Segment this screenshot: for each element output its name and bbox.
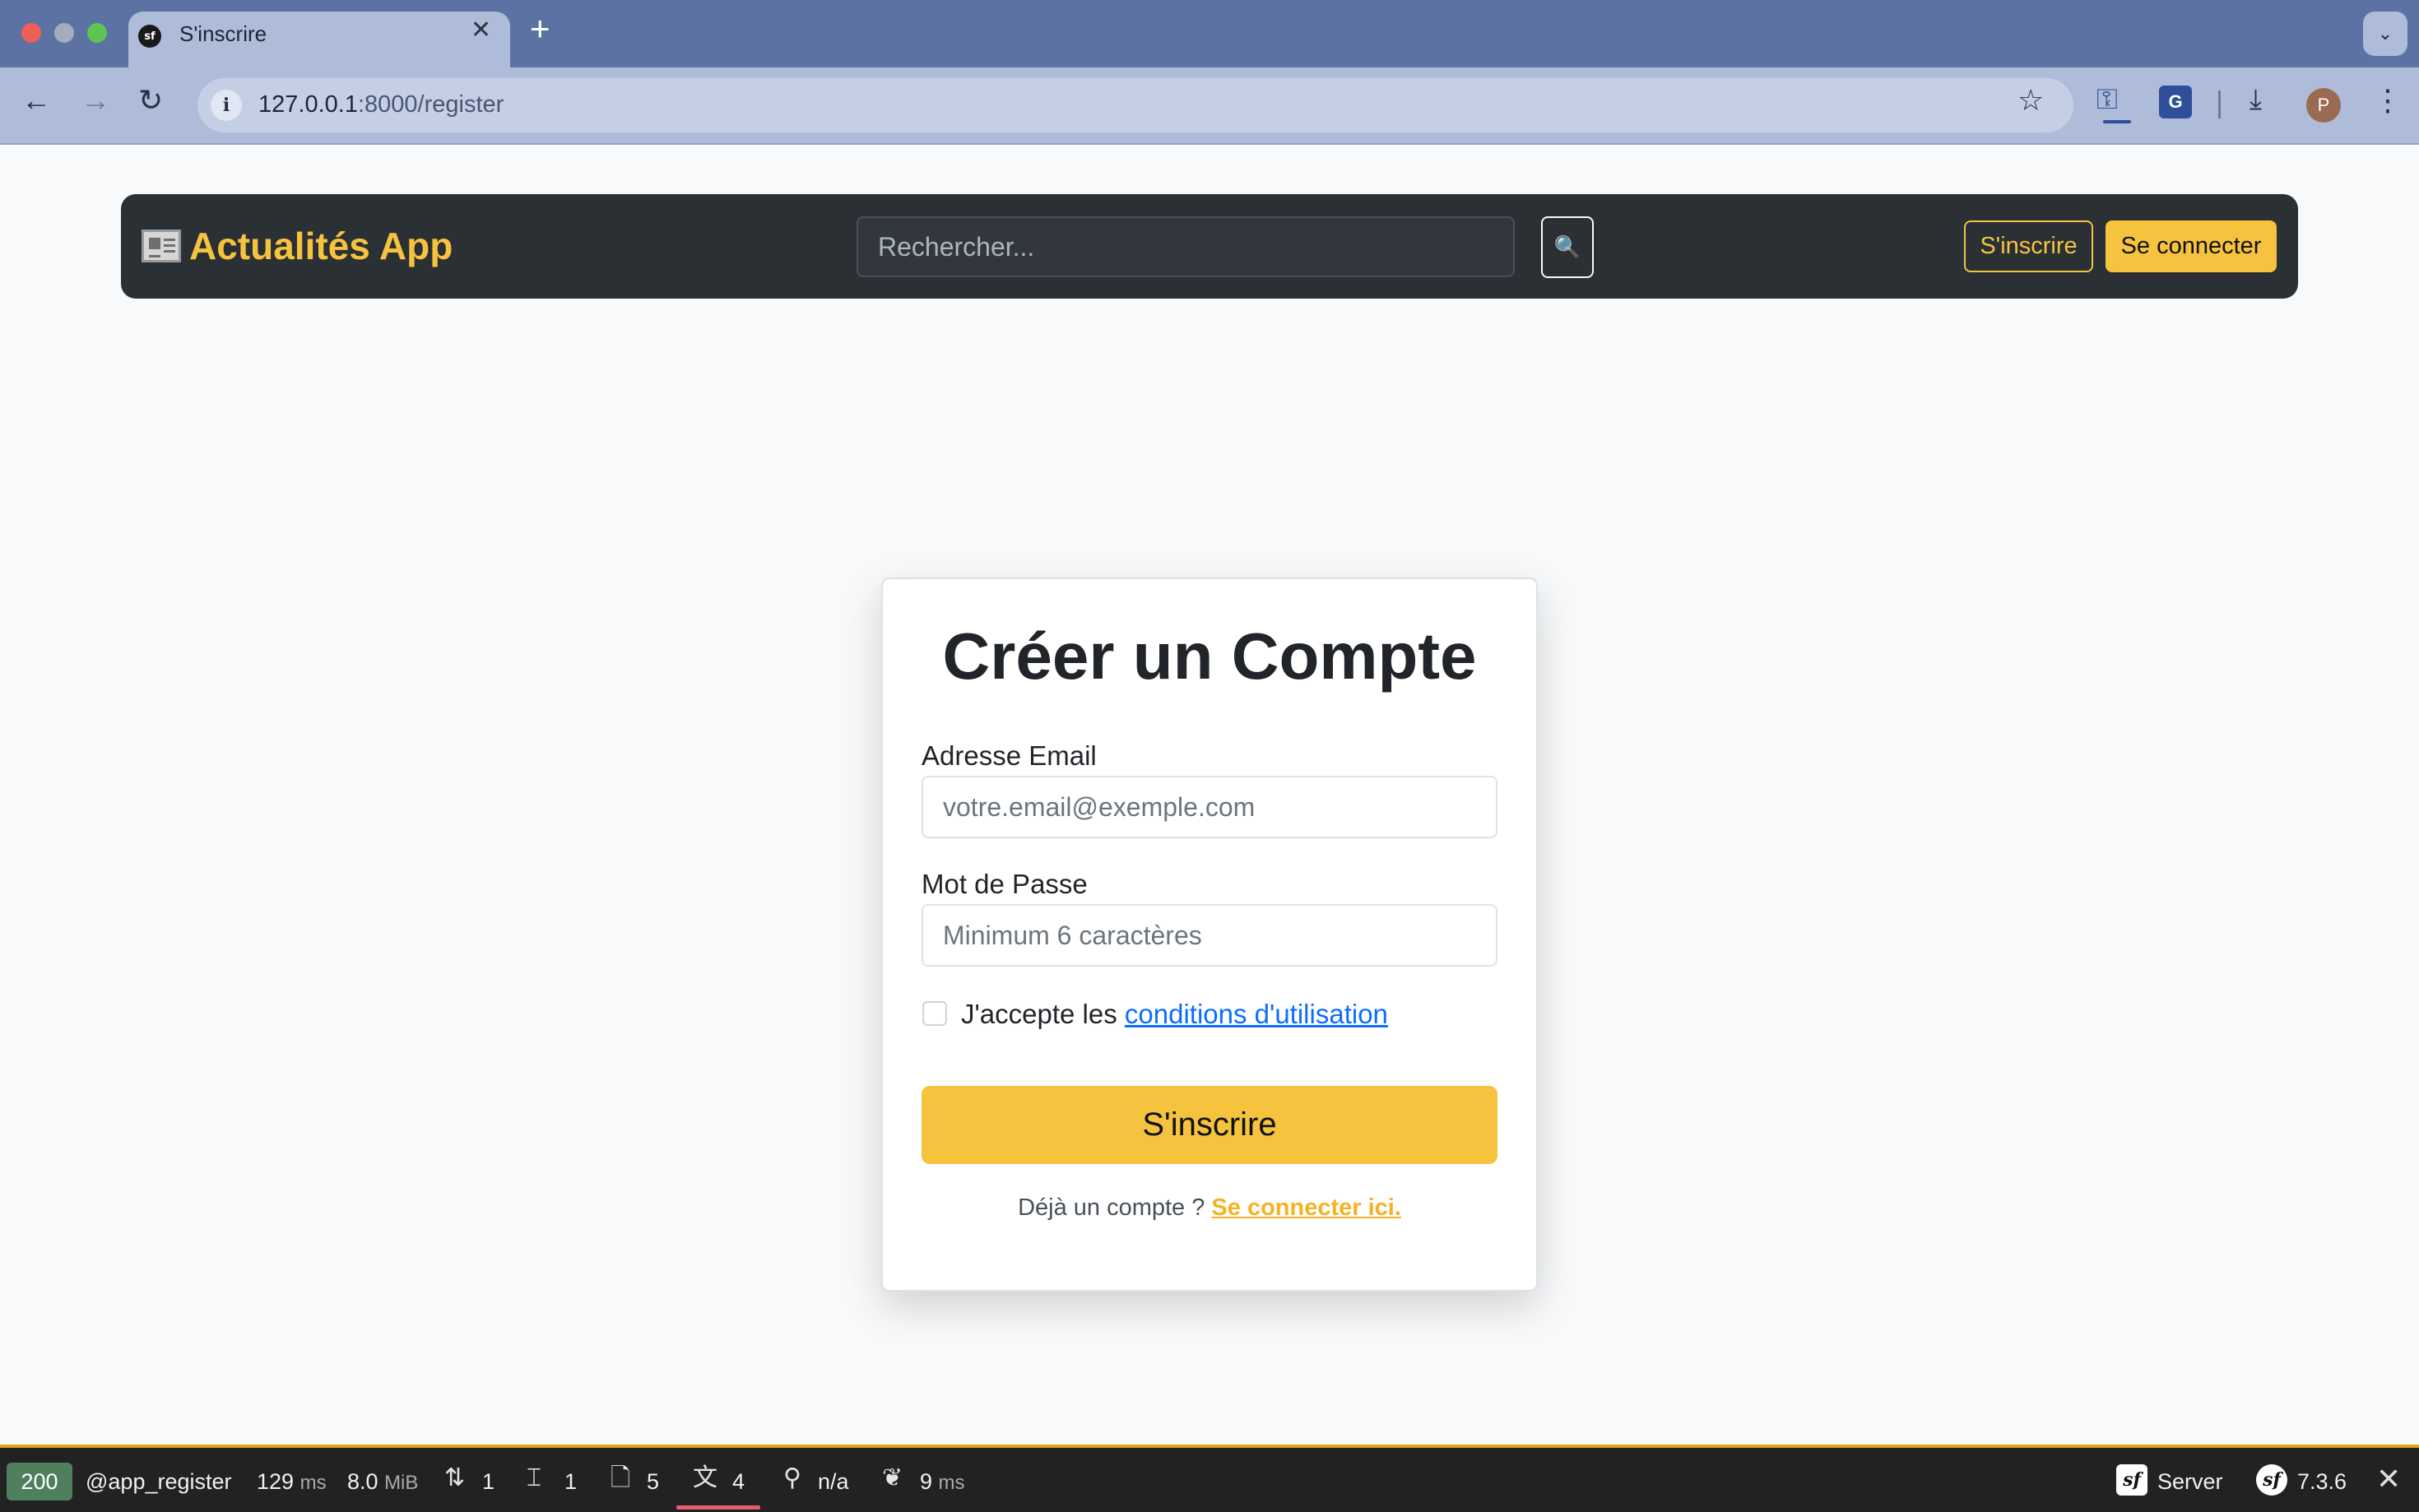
tab-close-icon[interactable]: ✕ <box>471 18 491 43</box>
window-maximize-button[interactable] <box>87 23 107 43</box>
brand-label: Actualités App <box>189 225 453 267</box>
login-prompt: Déjà un compte ? Se connecter ici. <box>881 1194 1538 1222</box>
password-key-icon[interactable]: ⚿ <box>2096 86 2118 114</box>
terms-prefix: J'accepte les <box>961 999 1125 1029</box>
symfony-server-icon: sf <box>2116 1464 2147 1496</box>
memory-unit: MiB <box>384 1472 419 1494</box>
twig-panel[interactable]: 9 ms <box>920 1469 965 1495</box>
search-input[interactable] <box>857 216 1515 277</box>
address-url[interactable]: 127.0.0.1:8000/register <box>258 91 504 118</box>
url-path: :8000/register <box>357 91 504 118</box>
new-tab-button[interactable]: + <box>530 12 550 46</box>
requests-icon: ⇅ <box>444 1464 466 1491</box>
forms-count[interactable]: 1 <box>564 1469 577 1495</box>
page-title: Créer un Compte <box>942 619 1477 693</box>
forms-icon: ⌶ <box>527 1464 541 1491</box>
logs-count[interactable]: 5 <box>647 1469 659 1495</box>
login-nav-button[interactable]: Se connecter <box>2106 220 2277 272</box>
time-unit: ms <box>299 1472 327 1494</box>
debug-toolbar-close-icon[interactable]: ✕ <box>2376 1464 2401 1494</box>
site-info-icon[interactable]: i <box>211 90 242 121</box>
terms-checkbox[interactable] <box>922 1001 947 1026</box>
status-badge[interactable]: 200 <box>7 1463 72 1500</box>
newspaper-icon <box>142 230 181 262</box>
search-icon: 🔍 <box>1553 234 1581 260</box>
window-minimize-button[interactable] <box>54 23 74 43</box>
tab-title: S'inscrire <box>179 21 267 46</box>
server-label[interactable]: Server <box>2157 1469 2223 1495</box>
password-label: Mot de Passe <box>922 869 1088 899</box>
password-field[interactable] <box>922 904 1497 967</box>
time-panel[interactable]: 129 ms <box>257 1469 327 1495</box>
terms-link[interactable]: conditions d'utilisation <box>1125 999 1388 1029</box>
translate-icon[interactable]: G <box>2159 86 2192 118</box>
user-icon: ⚲ <box>783 1464 801 1491</box>
url-host: 127.0.0.1 <box>258 91 358 118</box>
login-prompt-text: Déjà un compte ? <box>1018 1194 1212 1221</box>
reload-icon[interactable]: ↻ <box>138 86 163 115</box>
memory-panel[interactable]: 8.0 MiB <box>347 1469 418 1495</box>
email-label: Adresse Email <box>922 740 1097 771</box>
brand-link[interactable]: Actualités App <box>142 224 453 268</box>
translation-warning-indicator <box>676 1505 760 1510</box>
symfony-logo-icon: sf <box>2256 1464 2287 1496</box>
terms-label: J'accepte les conditions d'utilisation <box>961 999 1388 1030</box>
download-icon[interactable]: ⤓ <box>2250 86 2262 114</box>
toolbar-separator <box>2218 90 2221 118</box>
translation-count[interactable]: 4 <box>732 1469 745 1495</box>
window-close-button[interactable] <box>21 23 41 43</box>
twig-icon: ❦ <box>882 1464 903 1491</box>
register-submit-button[interactable]: S'inscrire <box>922 1086 1497 1164</box>
logs-icon: 🗋 <box>611 1464 631 1491</box>
translation-icon: 文 <box>693 1464 717 1491</box>
password-key-indicator <box>2103 120 2131 123</box>
login-link[interactable]: Se connecter ici. <box>1211 1194 1401 1221</box>
back-arrow-icon[interactable]: ← <box>21 86 51 115</box>
email-field[interactable] <box>922 776 1497 838</box>
forward-arrow-icon[interactable]: → <box>81 86 110 115</box>
bookmark-star-icon[interactable]: ☆ <box>2017 86 2044 115</box>
twig-value: 9 <box>920 1469 933 1494</box>
tab-favicon-icon: sf <box>138 25 161 48</box>
twig-unit: ms <box>938 1472 965 1494</box>
route-name[interactable]: @app_register <box>86 1469 232 1495</box>
time-value: 129 <box>257 1469 295 1494</box>
memory-value: 8.0 <box>347 1469 378 1494</box>
search-button[interactable]: 🔍 <box>1541 216 1594 278</box>
user-value[interactable]: n/a <box>818 1469 849 1495</box>
requests-count[interactable]: 1 <box>482 1469 494 1495</box>
browser-menu-icon[interactable]: ⋮ <box>2373 86 2403 115</box>
tab-search-button[interactable]: ⌄ <box>2363 12 2407 56</box>
symfony-version[interactable]: 7.3.6 <box>2297 1469 2347 1495</box>
register-nav-button[interactable]: S'inscrire <box>1964 220 2093 272</box>
profile-avatar[interactable]: P <box>2306 88 2341 123</box>
